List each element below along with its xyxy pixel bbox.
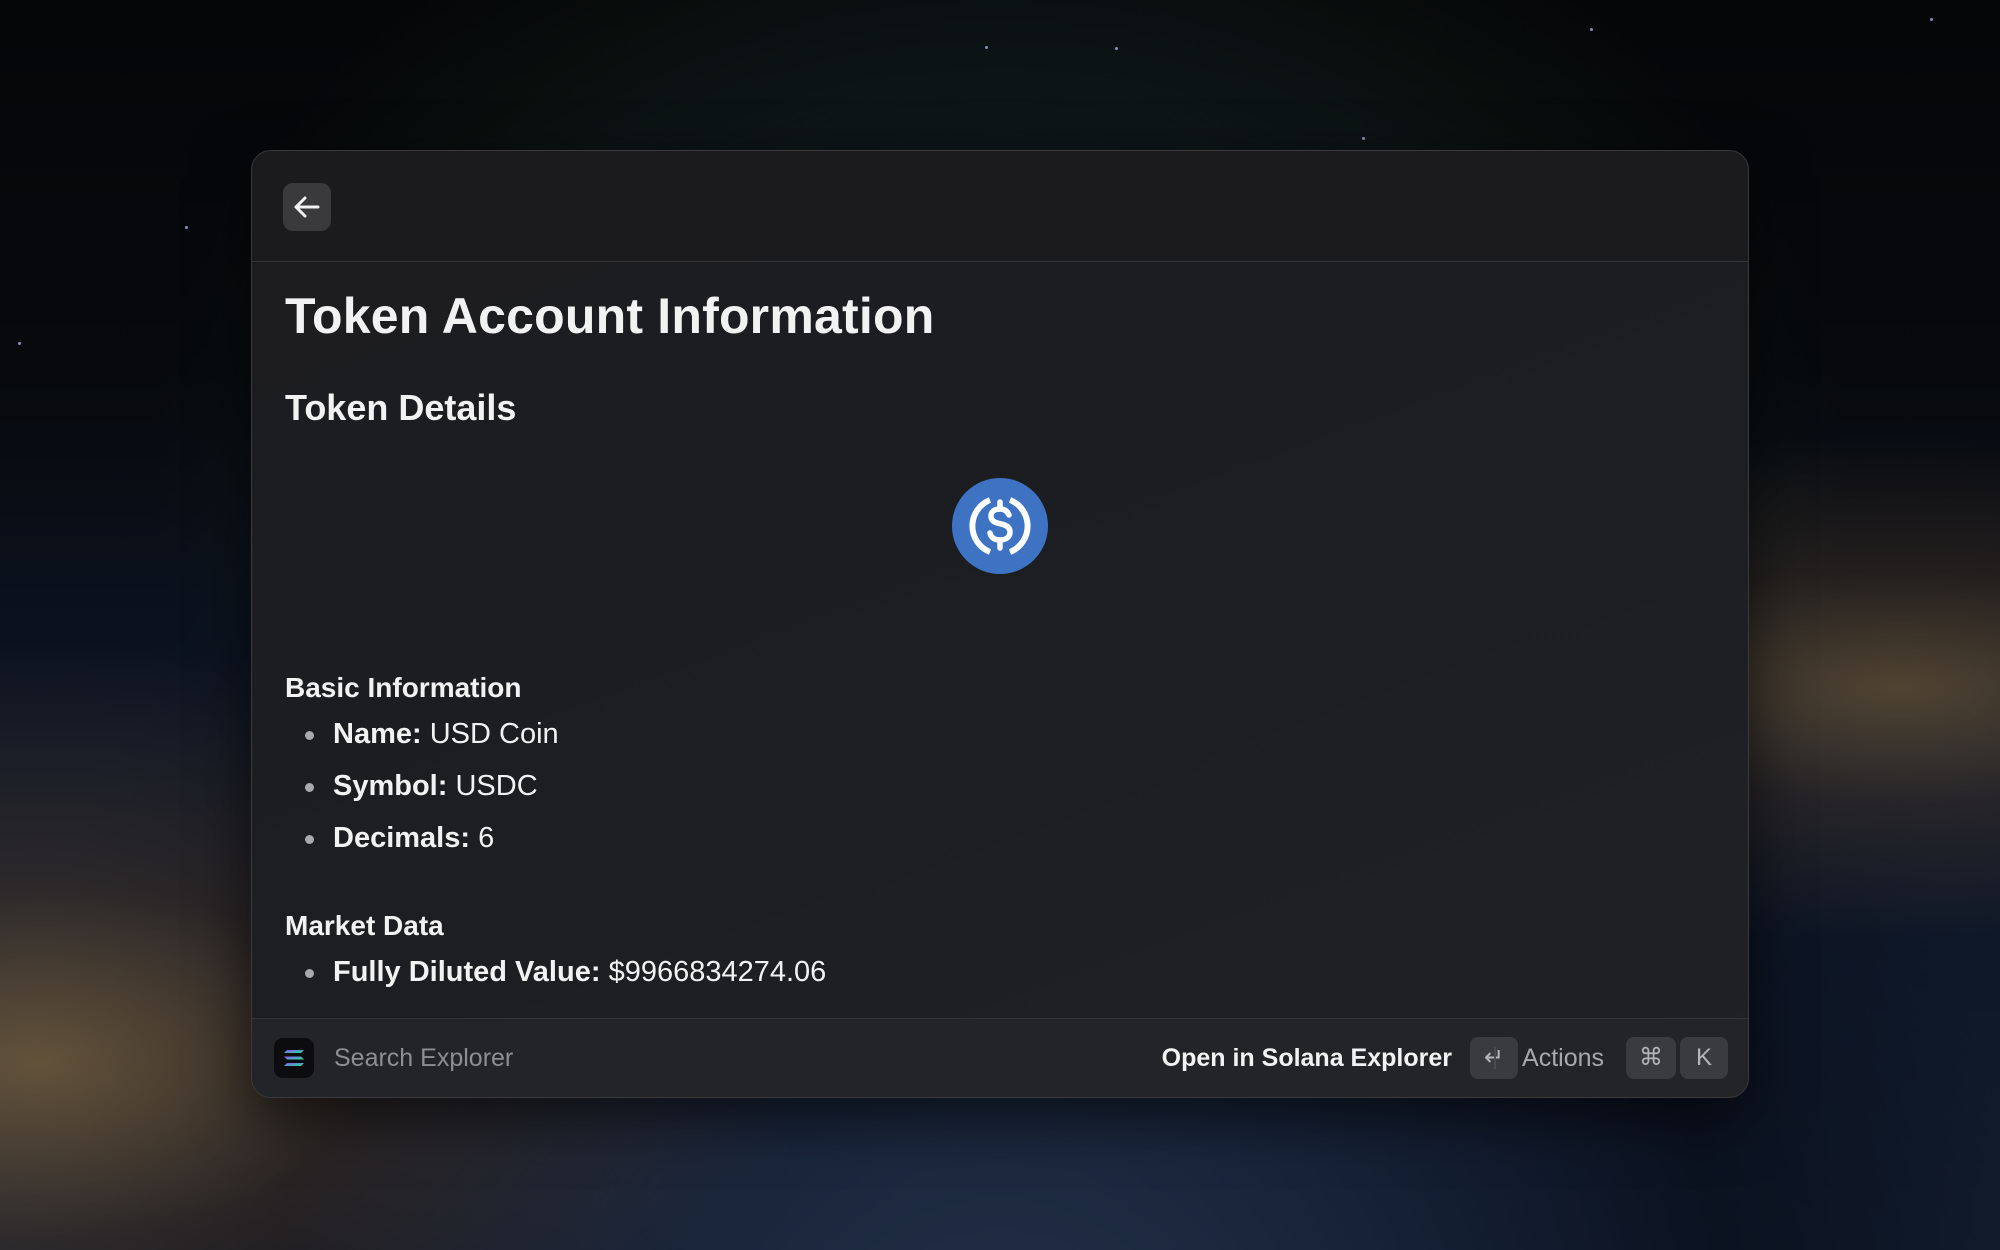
extension-window: Token Account Information Token Details … (251, 150, 1749, 1098)
star (185, 226, 188, 229)
list-item: Decimals: 6 (285, 812, 559, 864)
list-item: Symbol: USDC (285, 760, 559, 812)
command-key-icon: ⌘ (1626, 1037, 1676, 1079)
basic-information-heading: Basic Information (285, 672, 522, 703)
list-item: Fully Diluted Value: $9966834274.06 (285, 946, 826, 998)
top-bar (252, 151, 1748, 262)
star (1590, 28, 1593, 31)
field-key: Symbol: (333, 770, 448, 802)
star (1362, 137, 1365, 140)
field-key: Name: (333, 718, 422, 750)
search-input[interactable] (334, 1039, 934, 1077)
section-title: Token Details (285, 387, 517, 428)
market-data-heading: Market Data (285, 910, 444, 941)
open-in-explorer-button[interactable]: Open in Solana Explorer (1162, 1039, 1452, 1077)
star (985, 46, 988, 49)
market-data-list: Fully Diluted Value: $9966834274.06 (285, 946, 826, 998)
actions-button[interactable]: Actions (1522, 1039, 1604, 1077)
page-title: Token Account Information (285, 288, 935, 344)
field-key: Decimals: (333, 822, 471, 854)
field-value: USD Coin (429, 718, 559, 750)
list-item: Name: USD Coin (285, 708, 559, 760)
usdc-coin-icon (952, 478, 1048, 574)
field-value: 6 (478, 822, 495, 854)
desktop-wallpaper: Token Account Information Token Details … (0, 0, 2000, 1250)
field-value: USDC (455, 770, 538, 802)
star (18, 342, 21, 345)
solana-logo-icon (284, 1050, 304, 1066)
basic-information-list: Name: USD Coin Symbol: USDC Decimals: 6 (285, 708, 559, 864)
divider (1494, 1047, 1496, 1069)
solana-icon (274, 1038, 314, 1078)
k-key-badge: K (1680, 1037, 1728, 1079)
action-bar: Open in Solana Explorer ↵ Actions ⌘ K (252, 1018, 1748, 1097)
arrow-left-icon (294, 196, 320, 218)
field-key: Fully Diluted Value: (333, 956, 601, 988)
detail-content: Token Account Information Token Details … (252, 262, 1748, 1020)
back-button[interactable] (283, 183, 331, 231)
star (1115, 47, 1118, 50)
field-value: $9966834274.06 (608, 956, 827, 988)
star (1930, 18, 1933, 21)
